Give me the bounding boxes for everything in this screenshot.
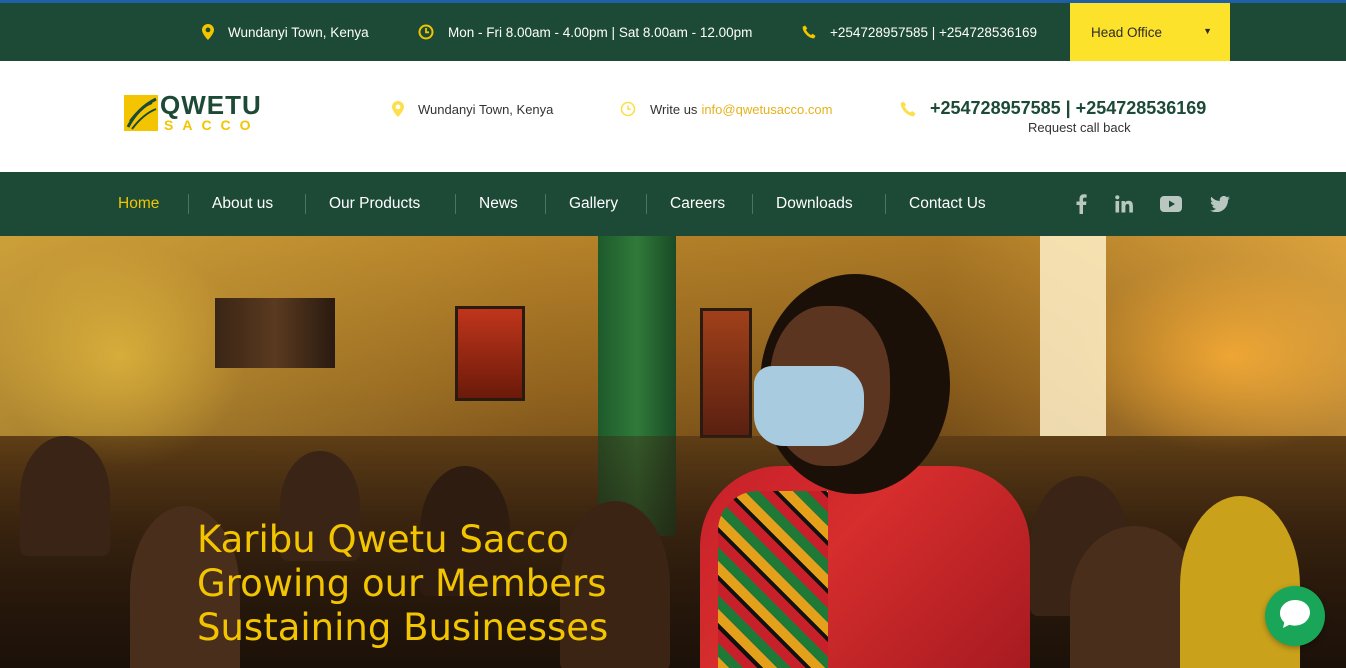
hero-photo-speaker-mask	[754, 366, 864, 446]
header-email: Write us info@qwetusacco.com	[620, 101, 832, 117]
hero-photo-speaker-dress	[718, 491, 828, 668]
clock-icon	[418, 24, 434, 40]
hero-line-1: Karibu Qwetu Sacco	[197, 518, 569, 561]
youtube-icon[interactable]	[1159, 192, 1183, 216]
nav-item-news[interactable]: News	[479, 172, 518, 236]
nav-item-home[interactable]: Home	[118, 172, 159, 236]
hero-banner: Karibu Qwetu Sacco Growing our Members S…	[0, 236, 1346, 668]
site-header: QWETU SACCO Wundanyi Town, Kenya Write u…	[0, 61, 1346, 172]
topbar-location-text: Wundanyi Town, Kenya	[228, 24, 369, 40]
nav-item-our-products[interactable]: Our Products	[329, 172, 420, 236]
topbar-phone-text: +254728957585 | +254728536169	[830, 24, 1037, 40]
branch-select-value: Head Office	[1091, 24, 1163, 40]
nav-divider	[545, 194, 546, 214]
hero-photo-wall-art	[455, 306, 525, 401]
nav-item-gallery[interactable]: Gallery	[569, 172, 618, 236]
map-pin-icon	[202, 24, 214, 40]
main-nav: Home About us Our Products News Gallery …	[0, 172, 1346, 236]
nav-divider	[305, 194, 306, 214]
logo-leaf-icon	[124, 95, 158, 131]
linkedin-icon[interactable]	[1112, 192, 1136, 216]
hero-headline: Karibu Qwetu Sacco Growing our Members S…	[197, 518, 608, 650]
hero-line-3: Sustaining Businesses	[197, 606, 609, 649]
hero-photo-person	[20, 436, 110, 556]
topbar-hours-text: Mon - Fri 8.00am - 4.00pm | Sat 8.00am -…	[448, 24, 753, 40]
top-bar: Wundanyi Town, Kenya Mon - Fri 8.00am - …	[0, 0, 1346, 61]
header-location: Wundanyi Town, Kenya	[392, 101, 553, 117]
nav-item-about-us[interactable]: About us	[212, 172, 273, 236]
clock-icon	[620, 101, 636, 117]
nav-divider	[188, 194, 189, 214]
write-us-label: Write us	[650, 101, 698, 117]
branch-select[interactable]: Head Office ▼	[1070, 3, 1230, 61]
topbar-hours: Mon - Fri 8.00am - 4.00pm | Sat 8.00am -…	[418, 3, 752, 61]
nav-divider	[752, 194, 753, 214]
header-phone-numbers[interactable]: +254728957585 | +254728536169	[930, 98, 1206, 119]
nav-divider	[885, 194, 886, 214]
nav-item-downloads[interactable]: Downloads	[776, 172, 853, 236]
header-location-text: Wundanyi Town, Kenya	[418, 101, 554, 117]
topbar-location: Wundanyi Town, Kenya	[202, 3, 369, 61]
request-callback-link[interactable]: Request call back	[1028, 120, 1131, 135]
logo-word-sacco: SACCO	[164, 117, 260, 133]
facebook-icon[interactable]	[1069, 192, 1093, 216]
hero-photo-wall-art	[700, 308, 752, 438]
nav-item-contact-us[interactable]: Contact Us	[909, 172, 986, 236]
map-pin-icon	[392, 101, 404, 117]
phone-icon	[900, 101, 916, 122]
hero-photo-wall-art	[215, 298, 335, 368]
site-logo[interactable]: QWETU SACCO	[124, 91, 264, 135]
email-link[interactable]: info@qwetusacco.com	[701, 102, 832, 117]
topbar-phone[interactable]: +254728957585 | +254728536169	[802, 3, 1037, 61]
nav-divider	[646, 194, 647, 214]
twitter-icon[interactable]	[1208, 192, 1232, 216]
chat-bubble-icon	[1278, 598, 1312, 635]
nav-item-careers[interactable]: Careers	[670, 172, 725, 236]
logo-word-qwetu: QWETU	[160, 90, 262, 120]
phone-icon	[802, 25, 816, 39]
hero-line-2: Growing our Members	[197, 562, 607, 605]
hero-photo-window	[1040, 236, 1106, 436]
caret-down-icon: ▼	[1203, 26, 1212, 36]
nav-divider	[455, 194, 456, 214]
chat-button[interactable]	[1265, 586, 1325, 646]
